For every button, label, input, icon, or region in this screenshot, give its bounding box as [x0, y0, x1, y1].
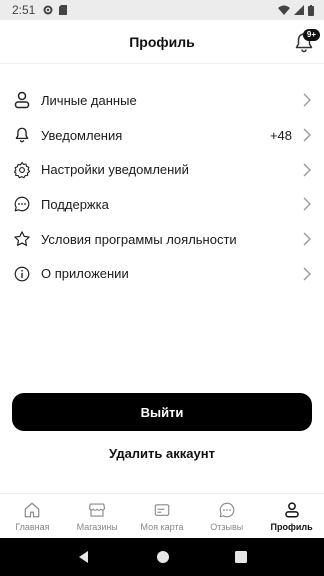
reviews-icon [219, 502, 235, 517]
bottom-tab-bar: Главная Магазины Моя карта Отзывы Профил… [0, 493, 324, 538]
menu-item-about-app[interactable]: О приложении [0, 256, 324, 291]
tab-my-card[interactable]: Моя карта [130, 494, 195, 538]
signal-icon [294, 5, 304, 15]
card-icon [154, 503, 170, 516]
menu-item-support[interactable]: Поддержка [0, 187, 324, 222]
tab-label: Отзывы [210, 521, 244, 532]
delete-account-button[interactable]: Удалить аккаунт [0, 446, 324, 461]
home-circle-icon[interactable] [156, 550, 170, 564]
profile-menu: Личные данные Уведомления +48 Настройки … [0, 83, 324, 291]
logout-button[interactable]: Выйти [12, 393, 312, 431]
notification-badge: 9+ [302, 29, 320, 41]
profile-icon [284, 501, 299, 517]
menu-item-label: Личные данные [41, 92, 137, 108]
page-title: Профиль [129, 33, 195, 50]
chat-bubble-icon [12, 194, 32, 214]
recents-icon[interactable] [234, 551, 247, 563]
tab-stores[interactable]: Магазины [65, 494, 130, 538]
chevron-right-icon [303, 93, 311, 107]
sd-card-status-icon [59, 5, 68, 15]
tab-label: Профиль [270, 521, 313, 532]
star-icon [12, 229, 32, 249]
menu-item-personal-data[interactable]: Личные данные [0, 83, 324, 118]
chevron-right-icon [303, 232, 311, 246]
tab-label: Магазины [76, 521, 118, 532]
chevron-right-icon [303, 128, 311, 142]
home-icon [25, 502, 40, 517]
tab-profile[interactable]: Профиль [259, 494, 324, 538]
person-icon [12, 90, 32, 110]
menu-item-notification-settings[interactable]: Настройки уведомлений [0, 152, 324, 187]
menu-item-label: Настройки уведомлений [41, 162, 189, 178]
notifications-count: +48 [269, 127, 292, 143]
top-app-bar: Профиль 9+ [0, 20, 324, 64]
menu-item-label: Поддержка [41, 196, 109, 212]
menu-item-notifications[interactable]: Уведомления +48 [0, 118, 324, 153]
notifications-button[interactable]: 9+ [288, 26, 320, 58]
status-time: 2:51 [12, 3, 36, 17]
back-icon[interactable] [77, 550, 91, 564]
wifi-icon [278, 5, 290, 15]
tab-label: Моя карта [140, 521, 184, 532]
status-bar: 2:51 [0, 0, 324, 20]
chevron-right-icon [303, 267, 311, 281]
store-icon [89, 502, 106, 517]
gear-icon [12, 160, 32, 180]
tab-home[interactable]: Главная [0, 494, 65, 538]
system-navigation-bar [0, 538, 324, 576]
settings-status-icon [43, 5, 53, 15]
menu-item-label: Уведомления [41, 127, 123, 143]
menu-item-label: Условия программы лояльности [41, 231, 237, 247]
chevron-right-icon [303, 197, 311, 211]
tab-label: Главная [15, 521, 50, 532]
bell-icon [12, 125, 32, 145]
menu-item-label: О приложении [41, 266, 129, 282]
menu-item-loyalty-terms[interactable]: Условия программы лояльности [0, 222, 324, 257]
info-icon [12, 264, 32, 284]
chevron-right-icon [303, 163, 311, 177]
battery-icon [308, 4, 314, 16]
tab-reviews[interactable]: Отзывы [194, 494, 259, 538]
